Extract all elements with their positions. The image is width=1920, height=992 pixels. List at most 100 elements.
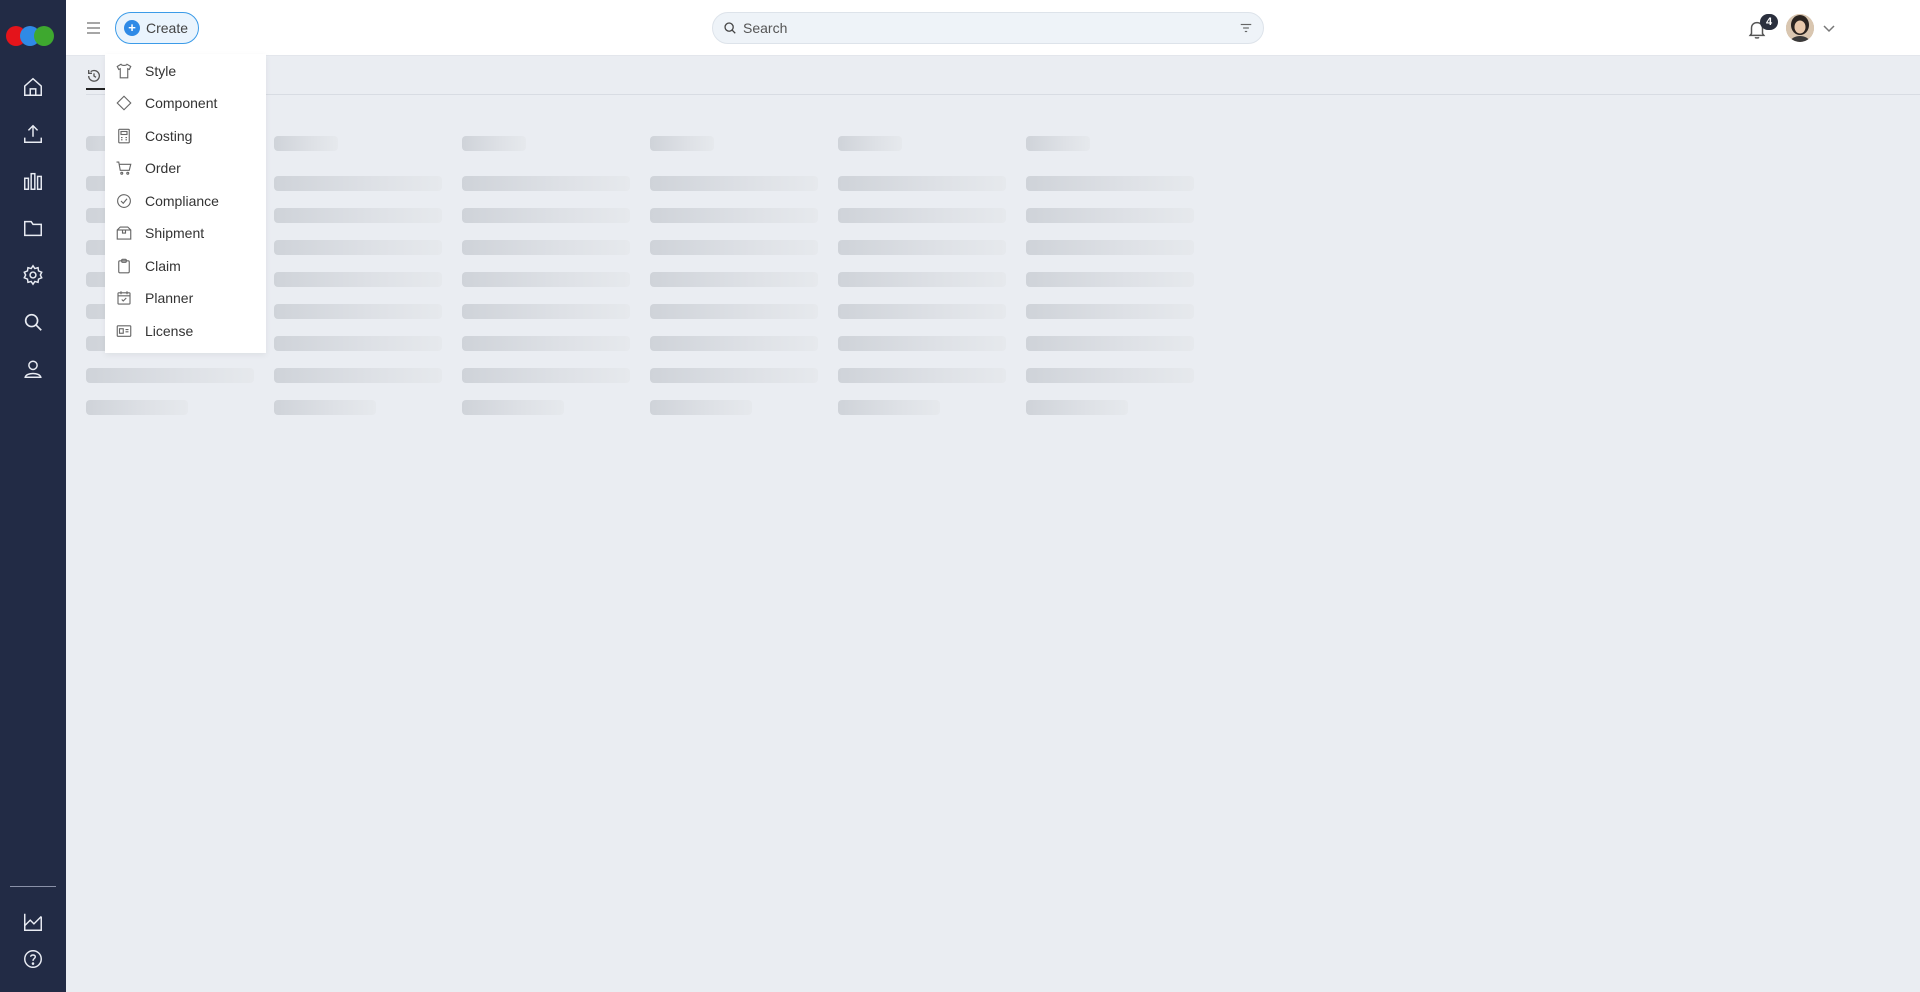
skeleton-cell bbox=[1026, 272, 1194, 287]
skeleton-cell bbox=[838, 400, 940, 415]
shirt-icon bbox=[115, 62, 133, 80]
skeleton-cell bbox=[650, 400, 752, 415]
upload-icon[interactable] bbox=[20, 121, 46, 147]
skeleton-cell bbox=[650, 304, 818, 319]
menu-item-shipment[interactable]: Shipment bbox=[105, 217, 266, 249]
diamond-icon bbox=[115, 94, 133, 112]
menu-item-style[interactable]: Style bbox=[105, 55, 266, 87]
skeleton-header bbox=[838, 136, 902, 151]
skeleton-cell bbox=[1026, 368, 1194, 383]
menu-item-label: Component bbox=[145, 95, 218, 111]
skeleton-cell bbox=[462, 240, 630, 255]
logo-green-dot bbox=[34, 26, 54, 46]
skeleton-header bbox=[274, 136, 338, 151]
top-bar: + Create bbox=[66, 0, 1920, 56]
calendar-check-icon bbox=[115, 289, 133, 307]
skeleton-header bbox=[462, 136, 526, 151]
plus-icon: + bbox=[124, 20, 140, 36]
skeleton-cell bbox=[274, 176, 442, 191]
skeleton-cell bbox=[838, 240, 1006, 255]
skeleton-cell bbox=[274, 272, 442, 287]
menu-item-order[interactable]: Order bbox=[105, 152, 266, 184]
menu-item-label: Order bbox=[145, 160, 181, 176]
menu-item-component[interactable]: Component bbox=[105, 87, 266, 119]
menu-item-label: Style bbox=[145, 63, 177, 79]
skeleton-cell bbox=[650, 208, 818, 223]
tab-divider bbox=[86, 94, 1920, 95]
skeleton-cell bbox=[274, 400, 376, 415]
menu-item-label: Claim bbox=[145, 258, 181, 274]
skeleton-cell bbox=[274, 240, 442, 255]
bar-chart-icon[interactable] bbox=[20, 168, 46, 194]
skeleton-cell bbox=[650, 240, 818, 255]
cart-icon bbox=[115, 159, 133, 177]
folder-icon[interactable] bbox=[20, 215, 46, 241]
menu-item-label: Costing bbox=[145, 128, 193, 144]
box-icon bbox=[115, 224, 133, 242]
skeleton-cell bbox=[274, 208, 442, 223]
create-button-label: Create bbox=[146, 20, 189, 36]
menu-item-claim[interactable]: Claim bbox=[105, 250, 266, 282]
sidebar bbox=[0, 0, 66, 992]
skeleton-cell bbox=[86, 368, 254, 383]
skeleton-cell bbox=[462, 208, 630, 223]
skeleton-cell bbox=[650, 368, 818, 383]
avatar[interactable] bbox=[1786, 14, 1814, 42]
search-input[interactable] bbox=[743, 20, 1239, 36]
id-card-icon bbox=[115, 322, 133, 340]
skeleton-cell bbox=[462, 272, 630, 287]
gear-icon[interactable] bbox=[20, 262, 46, 288]
skeleton-cell bbox=[1026, 208, 1194, 223]
skeleton-cell bbox=[650, 272, 818, 287]
sidebar-divider bbox=[10, 886, 56, 887]
skeleton-cell bbox=[462, 400, 564, 415]
menu-item-license[interactable]: License bbox=[105, 315, 266, 347]
skeleton-cell bbox=[650, 336, 818, 351]
app-logo[interactable] bbox=[6, 26, 60, 46]
history-icon bbox=[88, 69, 100, 82]
search-icon bbox=[724, 22, 736, 34]
skeleton-cell bbox=[86, 400, 188, 415]
skeleton-cell bbox=[838, 336, 1006, 351]
menu-item-label: License bbox=[145, 323, 194, 339]
skeleton-cell bbox=[1026, 176, 1194, 191]
skeleton-cell bbox=[274, 368, 442, 383]
help-icon[interactable] bbox=[20, 946, 46, 972]
calculator-icon bbox=[115, 127, 133, 145]
analytics-icon[interactable] bbox=[20, 909, 46, 935]
filter-icon[interactable] bbox=[1239, 21, 1253, 35]
create-menu: Style Component Costing Order Compliance… bbox=[105, 54, 266, 353]
skeleton-cell bbox=[1026, 304, 1194, 319]
skeleton-cell bbox=[838, 304, 1006, 319]
skeleton-cell bbox=[274, 336, 442, 351]
skeleton-cell bbox=[650, 176, 818, 191]
menu-item-compliance[interactable]: Compliance bbox=[105, 185, 266, 217]
skeleton-cell bbox=[462, 304, 630, 319]
skeleton-header bbox=[650, 136, 714, 151]
menu-item-label: Compliance bbox=[145, 193, 219, 209]
check-circle-icon bbox=[115, 192, 133, 210]
skeleton-header bbox=[1026, 136, 1090, 151]
search-bar bbox=[712, 12, 1264, 44]
skeleton-cell bbox=[1026, 400, 1128, 415]
skeleton-cell bbox=[838, 272, 1006, 287]
skeleton-cell bbox=[462, 176, 630, 191]
menu-item-label: Shipment bbox=[145, 225, 205, 241]
create-button[interactable]: + Create bbox=[115, 12, 200, 44]
chevron-down-icon[interactable] bbox=[1822, 22, 1836, 34]
clipboard-icon bbox=[115, 257, 133, 275]
skeleton-cell bbox=[838, 176, 1006, 191]
home-icon[interactable] bbox=[20, 74, 46, 100]
menu-item-costing[interactable]: Costing bbox=[105, 120, 266, 152]
skeleton-cell bbox=[838, 368, 1006, 383]
skeleton-cell bbox=[274, 304, 442, 319]
menu-icon[interactable] bbox=[84, 18, 104, 38]
skeleton-cell bbox=[838, 208, 1006, 223]
tab-history[interactable] bbox=[86, 66, 106, 90]
menu-item-planner[interactable]: Planner bbox=[105, 282, 266, 314]
skeleton-cell bbox=[1026, 240, 1194, 255]
search-icon[interactable] bbox=[20, 309, 46, 335]
user-icon[interactable] bbox=[20, 356, 46, 382]
skeleton-cell bbox=[1026, 336, 1194, 351]
skeleton-cell bbox=[462, 368, 630, 383]
